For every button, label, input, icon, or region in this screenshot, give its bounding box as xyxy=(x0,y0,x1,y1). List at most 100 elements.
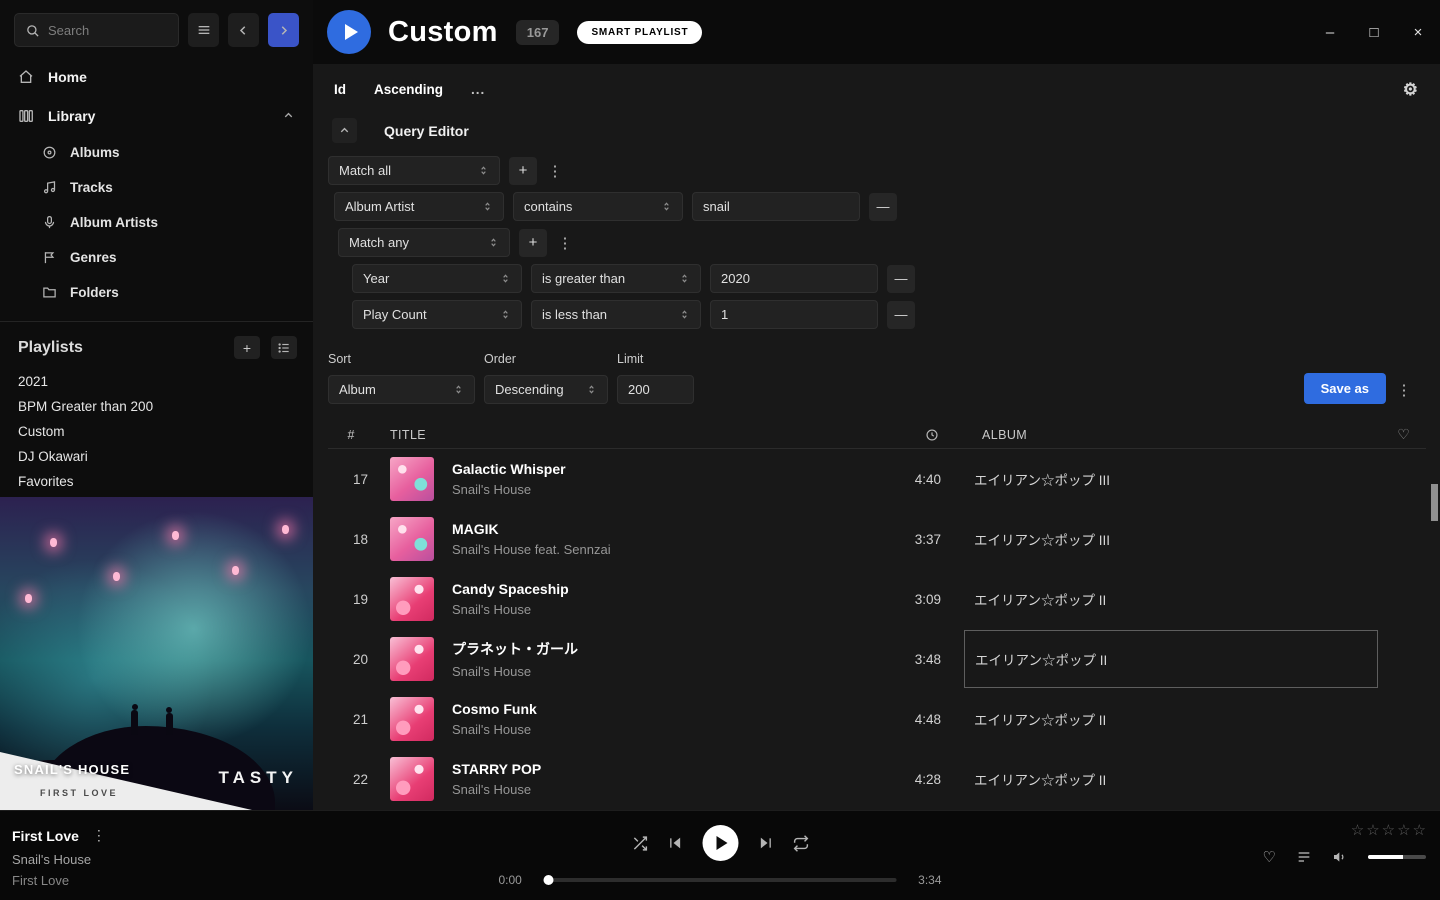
sidebar-item-library[interactable]: Library xyxy=(0,96,313,135)
star-icon[interactable]: ☆ xyxy=(1413,823,1426,838)
maximize-button[interactable]: □ xyxy=(1352,0,1396,64)
order-select[interactable]: Descending xyxy=(484,375,608,404)
remove-rule-button[interactable]: — xyxy=(887,265,915,293)
group-options-button[interactable]: ⋮ xyxy=(546,157,564,185)
rule-field-select[interactable]: Play Count xyxy=(352,300,522,329)
table-row[interactable]: 19 Candy Spaceship Snail's House 3:09 エイ… xyxy=(328,569,1426,629)
playlists-list: 2021 BPM Greater than 200 Custom DJ Okaw… xyxy=(0,369,313,494)
table-row[interactable]: 17 Galactic Whisper Snail's House 4:40 エ… xyxy=(328,449,1426,509)
track-album-focused[interactable]: エイリアン☆ポップ II xyxy=(964,630,1378,688)
table-row[interactable]: 21 Cosmo Funk Snail's House 4:48 エイリアン☆ポ… xyxy=(328,689,1426,749)
column-header-favorite[interactable]: ♡ xyxy=(1381,426,1426,443)
track-album[interactable]: エイリアン☆ポップ II xyxy=(964,690,1378,748)
group-options-button[interactable]: ⋮ xyxy=(556,229,574,257)
playlist-item[interactable]: 2021 xyxy=(0,369,313,394)
star-icon[interactable]: ☆ xyxy=(1351,823,1364,838)
track-album[interactable]: エイリアン☆ポップ II xyxy=(964,570,1378,628)
playlist-item[interactable]: BPM Greater than 200 xyxy=(0,394,313,419)
rule-operator-select[interactable]: contains xyxy=(513,192,683,221)
next-track-button[interactable] xyxy=(757,835,773,851)
now-playing-options-button[interactable]: ⋮ xyxy=(92,827,106,844)
select-arrows-icon xyxy=(453,383,464,396)
menu-button[interactable] xyxy=(188,13,219,47)
sidebar-item-home[interactable]: Home xyxy=(0,57,313,96)
scrollbar-thumb[interactable] xyxy=(1431,484,1438,521)
track-number: 18 xyxy=(328,532,374,547)
volume-button[interactable] xyxy=(1332,849,1348,865)
star-icon[interactable]: ☆ xyxy=(1382,823,1395,838)
rule-value-input[interactable] xyxy=(721,307,867,322)
collapse-query-editor-button[interactable] xyxy=(332,118,357,143)
column-header-album[interactable]: ALBUM xyxy=(941,428,1381,442)
limit-input[interactable] xyxy=(628,382,683,397)
now-playing-title[interactable]: First Love xyxy=(12,828,79,844)
favorite-button[interactable]: ♡ xyxy=(1263,850,1276,865)
sidebar-item-label: Albums xyxy=(70,145,120,160)
table-row[interactable]: 18 MAGIK Snail's House feat. Sennzai 3:3… xyxy=(328,509,1426,569)
gear-icon[interactable]: ⚙ xyxy=(1403,81,1418,98)
volume-slider[interactable] xyxy=(1368,855,1426,859)
seek-bar[interactable] xyxy=(544,878,897,882)
search-input[interactable] xyxy=(14,13,179,47)
play-pause-button[interactable] xyxy=(702,825,738,861)
remove-rule-button[interactable]: — xyxy=(869,193,897,221)
cover-label-logo: TASTY xyxy=(219,768,298,788)
playlist-list-options-button[interactable] xyxy=(271,336,297,359)
table-row[interactable]: 20 プラネット・ガール Snail's House 3:48 エイリアン☆ポッ… xyxy=(328,629,1426,689)
queue-button[interactable] xyxy=(1296,849,1312,865)
sort-select[interactable]: Album xyxy=(328,375,475,404)
playlist-item[interactable]: Custom xyxy=(0,419,313,444)
repeat-button[interactable] xyxy=(792,835,809,852)
play-playlist-button[interactable] xyxy=(327,10,371,54)
minimize-button[interactable]: – xyxy=(1308,0,1352,64)
seek-handle[interactable] xyxy=(544,875,554,885)
nested-match-select[interactable]: Match any xyxy=(338,228,510,257)
root-match-select[interactable]: Match all xyxy=(328,156,500,185)
column-header-title[interactable]: TITLE xyxy=(374,428,881,442)
track-artist: Snail's House xyxy=(452,664,881,679)
sort-field-button[interactable]: Id xyxy=(334,82,346,97)
track-album[interactable]: エイリアン☆ポップ III xyxy=(964,510,1378,568)
select-arrows-icon xyxy=(500,308,511,321)
previous-track-button[interactable] xyxy=(667,835,683,851)
remove-rule-button[interactable]: — xyxy=(887,301,915,329)
nav-forward-button[interactable] xyxy=(268,13,299,47)
more-options-button[interactable]: ... xyxy=(471,82,485,97)
playlist-item[interactable]: Favorites xyxy=(0,469,313,494)
close-button[interactable]: × xyxy=(1396,0,1440,64)
now-playing-artist[interactable]: Snail's House xyxy=(12,852,106,867)
sidebar-item-album-artists[interactable]: Album Artists xyxy=(0,205,313,240)
sidebar-item-tracks[interactable]: Tracks xyxy=(0,170,313,205)
track-album[interactable]: エイリアン☆ポップ III xyxy=(964,450,1378,508)
rule-value-input[interactable] xyxy=(721,271,867,286)
rule-value-input[interactable] xyxy=(703,199,849,214)
rule-field-select[interactable]: Year xyxy=(352,264,522,293)
rule-operator-select[interactable]: is greater than xyxy=(531,264,701,293)
save-options-button[interactable]: ⋮ xyxy=(1395,376,1413,404)
sidebar-item-albums[interactable]: Albums xyxy=(0,135,313,170)
nav-back-button[interactable] xyxy=(228,13,259,47)
track-album-cell: エイリアン☆ポップ III xyxy=(941,450,1381,508)
add-playlist-button[interactable]: + xyxy=(234,336,260,359)
rule-operator-select[interactable]: is less than xyxy=(531,300,701,329)
add-rule-button[interactable]: + xyxy=(519,229,547,257)
playlist-item[interactable]: DJ Okawari xyxy=(0,444,313,469)
star-icon[interactable]: ☆ xyxy=(1366,823,1379,838)
sidebar-item-genres[interactable]: Genres xyxy=(0,240,313,275)
shuffle-button[interactable] xyxy=(631,835,648,852)
column-header-duration[interactable] xyxy=(881,428,941,442)
table-row[interactable]: 22 STARRY POP Snail's House 4:28 エイリアン☆ポ… xyxy=(328,749,1426,809)
column-header-number[interactable]: # xyxy=(328,428,374,442)
search-field[interactable] xyxy=(48,23,168,38)
now-playing-album[interactable]: First Love xyxy=(12,873,106,888)
lantern-glow xyxy=(25,594,32,603)
sidebar-item-folders[interactable]: Folders xyxy=(0,275,313,310)
rule-value-input-wrap xyxy=(710,264,878,293)
track-album[interactable]: エイリアン☆ポップ II xyxy=(964,750,1378,808)
sort-direction-button[interactable]: Ascending xyxy=(374,82,443,97)
save-as-button[interactable]: Save as xyxy=(1304,373,1386,404)
rule-field-select[interactable]: Album Artist xyxy=(334,192,504,221)
collapse-chevron-icon[interactable] xyxy=(282,109,295,122)
star-icon[interactable]: ☆ xyxy=(1397,823,1410,838)
add-rule-button[interactable]: + xyxy=(509,157,537,185)
